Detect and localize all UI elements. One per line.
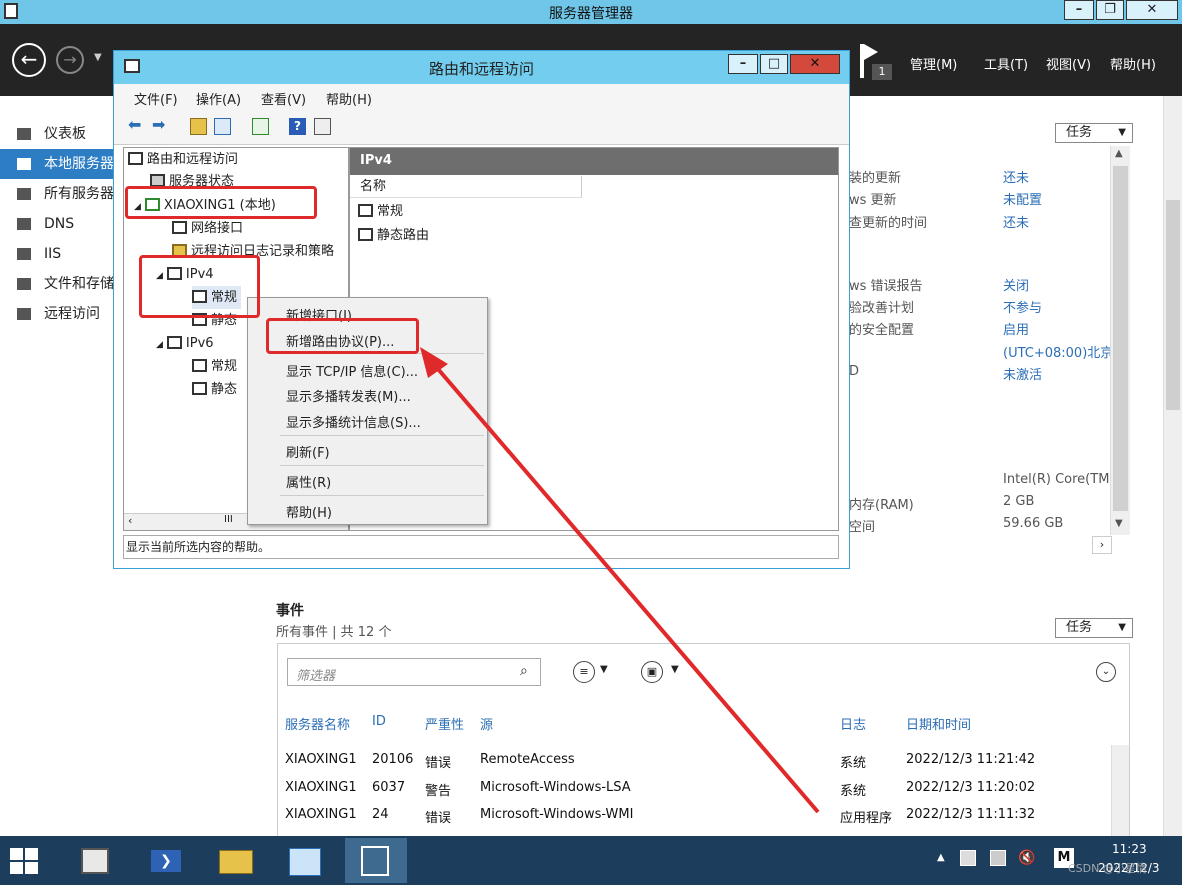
annotation-arrow bbox=[420, 347, 820, 814]
tray-volume-icon[interactable]: 🔇 bbox=[1018, 850, 1035, 866]
clock-time[interactable]: 11:23 bbox=[1112, 842, 1147, 856]
watermark: CSDN @小星情 bbox=[1068, 862, 1147, 875]
tray-network-icon[interactable] bbox=[990, 850, 1006, 866]
powershell-icon[interactable]: ❯ bbox=[135, 838, 197, 883]
control-panel-icon[interactable] bbox=[275, 838, 337, 883]
rras-task-icon[interactable] bbox=[345, 838, 407, 883]
tray-expand-icon[interactable]: ▲ bbox=[937, 852, 945, 863]
server-manager-task-icon[interactable] bbox=[65, 838, 127, 883]
taskbar: ❯ ▲ 🔇 M 11:23 2022/12/3 CSDN @小星情 bbox=[0, 836, 1182, 885]
file-explorer-icon[interactable] bbox=[205, 838, 267, 883]
tray-flag-icon[interactable] bbox=[960, 850, 976, 866]
windows-start-icon[interactable] bbox=[10, 848, 40, 874]
